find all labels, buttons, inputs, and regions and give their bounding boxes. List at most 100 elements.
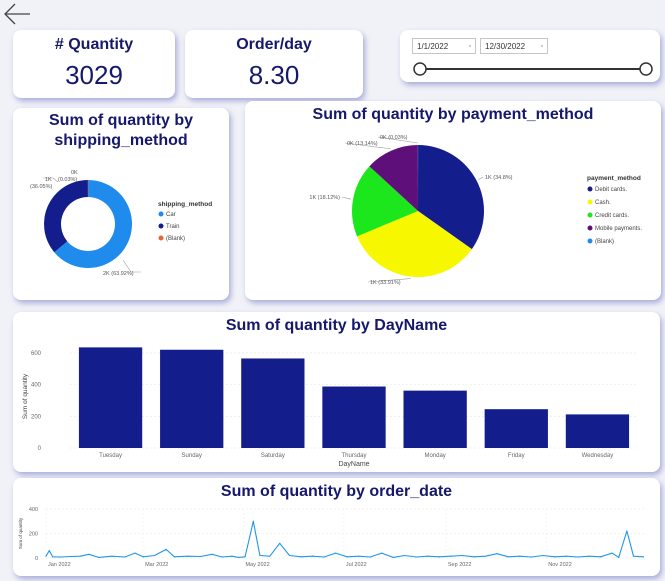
data-point xyxy=(269,555,271,557)
x-tick-label: Saturday xyxy=(261,453,285,459)
bar-monday[interactable] xyxy=(403,390,467,448)
data-point xyxy=(186,555,189,557)
bar-friday[interactable] xyxy=(484,409,548,448)
end-date-value: 12/30/2022 xyxy=(485,42,526,51)
data-point xyxy=(415,556,417,558)
date-range-slider[interactable] xyxy=(400,57,660,81)
start-date-input[interactable]: 1/1/2022 ▫ xyxy=(412,38,476,54)
legend-item[interactable]: Cash. xyxy=(595,200,611,206)
data-point xyxy=(48,550,50,552)
data-point xyxy=(576,556,579,558)
data-point xyxy=(335,552,337,554)
dayname-bar-chart: 0 200 400 600 Tuesday Sunday Saturday Thursday M… xyxy=(22,347,638,468)
data-point xyxy=(279,542,281,544)
bar-thursday[interactable] xyxy=(322,386,386,448)
calendar-icon[interactable]: ▫ xyxy=(541,39,543,55)
legend-marker xyxy=(158,235,164,241)
data-point xyxy=(98,556,100,558)
data-point xyxy=(211,553,213,555)
payment-method-card: Sum of quantity by payment_method 1K (34… xyxy=(245,101,661,300)
dayname-card: Sum of quantity by DayName 0 200 400 600 Tue… xyxy=(13,312,660,472)
y-tick-label: 0 xyxy=(35,556,38,562)
series-line[interactable] xyxy=(45,520,644,558)
order-date-card: Sum of quantity by order_date 0 200 400 Jan… xyxy=(13,478,660,576)
data-point xyxy=(519,555,521,557)
data-point xyxy=(221,556,223,558)
y-tick-label: 600 xyxy=(31,351,42,357)
legend-item[interactable]: (Blank) xyxy=(595,239,614,245)
order-date-line-chart: 0 200 400 Jan 2022 Mar 2022 May 2022 Jul 2022 S… xyxy=(18,507,645,568)
data-point xyxy=(111,555,113,557)
legend-item[interactable]: Credit cards. xyxy=(595,213,629,219)
end-date-input[interactable]: 12/30/2022 ▫ xyxy=(480,38,548,54)
shipping-donut-chart: 2K (63.92%) (36.05%)1K (0.03%)0K shipping_m… xyxy=(30,170,212,277)
x-tick-label: Wednesday xyxy=(582,453,614,459)
legend-item[interactable]: Debit cards. xyxy=(595,187,627,193)
slider-end-handle[interactable] xyxy=(639,62,653,76)
data-point xyxy=(484,555,486,557)
data-point xyxy=(323,556,325,558)
donut-data-label: (0.03%) xyxy=(58,177,77,183)
data-point xyxy=(70,555,72,558)
data-point xyxy=(244,556,246,558)
data-point xyxy=(124,556,126,558)
order-date-chart-title: Sum of quantity by order_date xyxy=(220,483,453,500)
calendar-icon[interactable]: ▫ xyxy=(469,39,471,55)
y-tick-label: 200 xyxy=(29,532,38,538)
data-point xyxy=(642,556,644,558)
x-tick-label: Sep 2022 xyxy=(448,562,472,568)
data-point xyxy=(88,553,90,555)
data-point xyxy=(381,552,383,554)
data-point xyxy=(79,555,82,557)
payment-pie-chart: 1K (34.8%) 1K (33.91%) 1K (18.12%) 0K (13.1… xyxy=(309,135,642,286)
x-tick-label: Monday xyxy=(424,453,445,459)
donut-data-label: 0K xyxy=(71,170,78,176)
donut-data-label: 2K (63.92%) xyxy=(103,271,134,277)
data-point xyxy=(200,555,202,558)
data-point xyxy=(259,554,261,557)
legend-marker xyxy=(587,199,593,205)
back-button[interactable] xyxy=(2,2,32,26)
payment-chart-title: Sum of quantity by payment_method xyxy=(312,106,594,123)
data-point xyxy=(626,530,628,532)
y-tick-label: 400 xyxy=(31,383,42,389)
data-point xyxy=(632,555,635,557)
donut-data-label: (36.05%) xyxy=(30,184,52,190)
legend-item[interactable]: (Blank) xyxy=(166,236,185,242)
bar-sunday[interactable] xyxy=(160,349,224,448)
data-point xyxy=(618,556,620,558)
y-axis-label: Sum of quantity xyxy=(22,373,29,419)
data-point xyxy=(496,553,498,555)
bar-saturday[interactable] xyxy=(241,358,305,448)
x-tick-label: Sunday xyxy=(182,453,202,459)
data-point xyxy=(473,556,475,558)
bar-tuesday[interactable] xyxy=(78,347,143,448)
y-tick-label: 0 xyxy=(38,446,42,452)
pie-data-label: 1K (18.12%) xyxy=(309,195,340,201)
data-point xyxy=(237,556,240,558)
data-point xyxy=(392,556,394,558)
legend-item[interactable]: Mobile payments. xyxy=(595,226,642,232)
legend-title: shipping_method xyxy=(158,201,212,208)
kpi-card-quantity: # Quantity 3029 xyxy=(13,30,175,98)
data-point xyxy=(542,554,544,557)
data-point xyxy=(51,556,54,558)
data-point xyxy=(252,520,254,522)
data-point xyxy=(134,552,136,554)
legend-marker xyxy=(158,223,164,229)
x-tick-label: Tuesday xyxy=(99,453,122,459)
pie-data-label: 1K (34.8%) xyxy=(485,175,513,181)
data-point xyxy=(461,554,463,557)
legend-marker xyxy=(587,186,593,192)
legend-item[interactable]: Train xyxy=(166,224,179,230)
donut-slice-train[interactable] xyxy=(43,180,88,253)
kpi-quantity-label: # Quantity xyxy=(54,36,134,53)
slider-start-handle[interactable] xyxy=(413,62,427,76)
data-point xyxy=(427,555,429,557)
kpi-order-label: Order/day xyxy=(236,36,312,53)
data-point xyxy=(60,556,62,558)
data-point xyxy=(45,555,47,557)
bar-wednesday[interactable] xyxy=(565,414,630,448)
data-point xyxy=(611,552,613,554)
legend-item[interactable]: Car xyxy=(166,212,176,218)
